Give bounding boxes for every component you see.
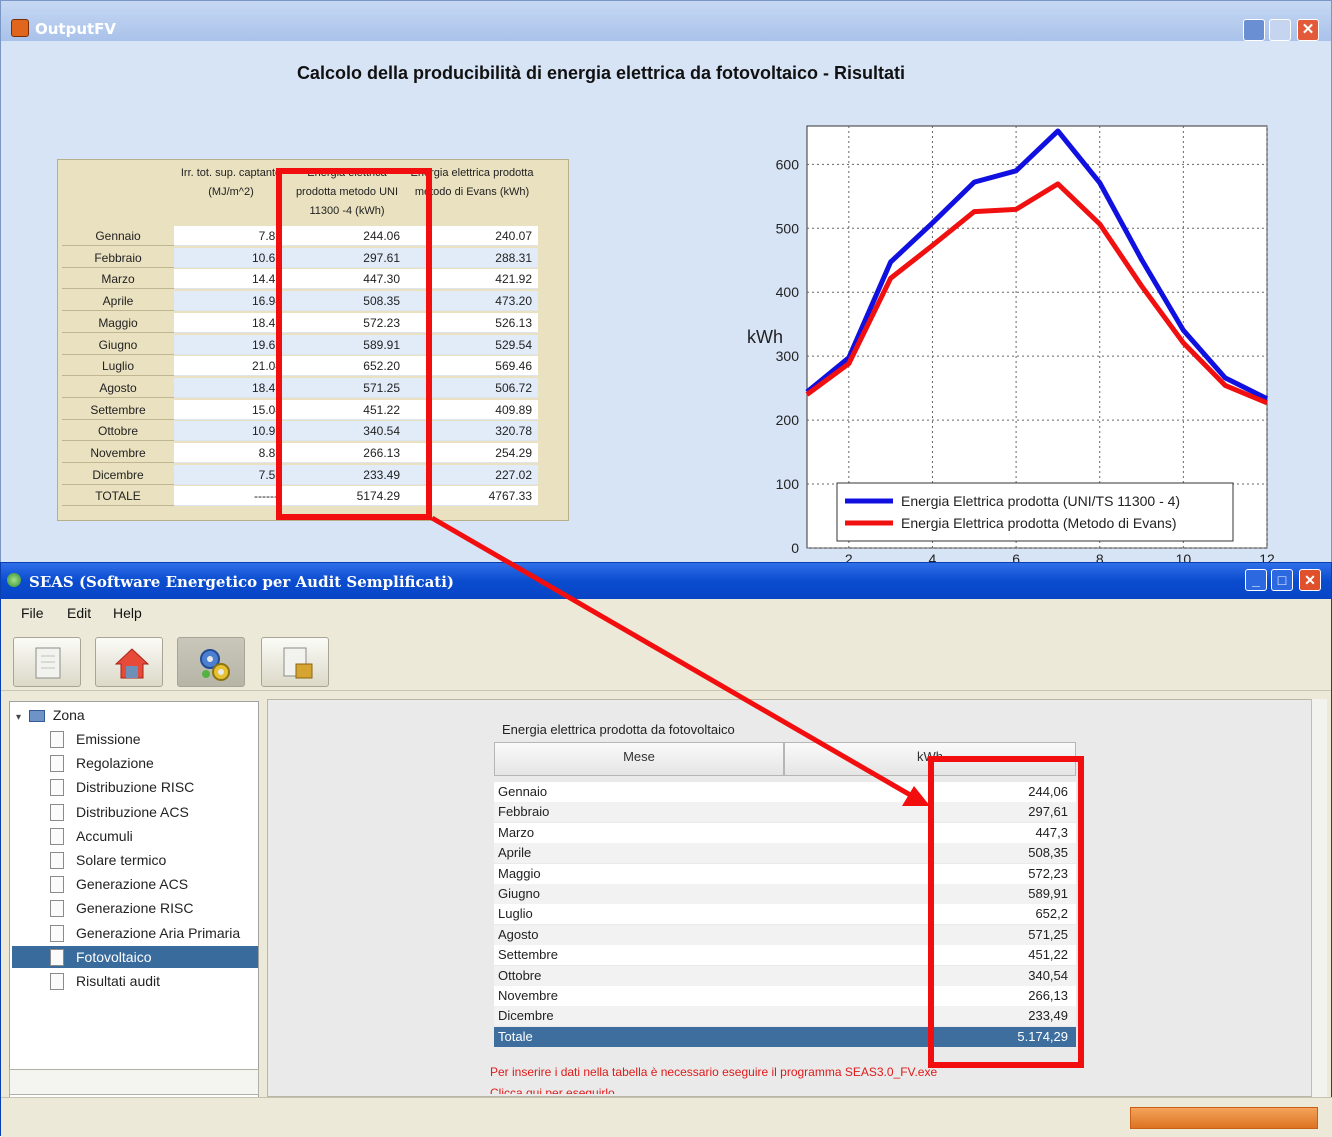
annotation-arrow <box>430 515 930 806</box>
